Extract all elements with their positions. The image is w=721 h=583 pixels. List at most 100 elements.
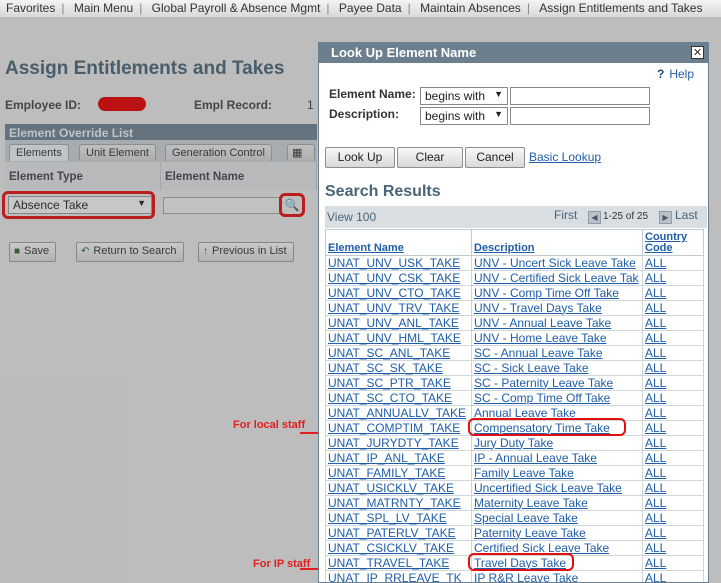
element-name-operator-select[interactable]: begins with ▼: [420, 87, 508, 105]
result-element-name[interactable]: UNAT_SPL_LV_TAKE: [325, 510, 472, 526]
first-link[interactable]: First: [554, 208, 577, 222]
breadcrumb-maintain-absences[interactable]: Maintain Absences: [414, 0, 527, 16]
result-description[interactable]: IP R&R Leave Take: [471, 570, 643, 582]
result-description[interactable]: SC - Paternity Leave Take: [471, 375, 643, 391]
table-row[interactable]: UNAT_SC_SK_TAKE SC - Sick Leave Take ALL: [325, 360, 704, 376]
result-country-code[interactable]: ALL: [642, 540, 704, 556]
description-operator-select[interactable]: begins with ▼: [420, 107, 508, 125]
cancel-button[interactable]: Cancel: [465, 147, 525, 168]
clear-button[interactable]: Clear: [397, 147, 463, 168]
result-element-name[interactable]: UNAT_UNV_USK_TAKE: [325, 255, 472, 271]
result-element-name[interactable]: UNAT_SC_CTO_TAKE: [325, 390, 472, 406]
table-row[interactable]: UNAT_MATRNTY_TAKE Maternity Leave Take ALL: [325, 495, 704, 511]
result-element-name[interactable]: UNAT_SC_ANL_TAKE: [325, 345, 472, 361]
help-link[interactable]: ? Help: [657, 67, 694, 81]
result-description[interactable]: UNV - Travel Days Take: [471, 300, 643, 316]
result-element-name[interactable]: UNAT_SC_PTR_TAKE: [325, 375, 472, 391]
result-element-name[interactable]: UNAT_SC_SK_TAKE: [325, 360, 472, 376]
result-element-name[interactable]: UNAT_TRAVEL_TAKE: [325, 555, 472, 571]
result-description[interactable]: Special Leave Take: [471, 510, 643, 526]
result-description[interactable]: IP - Annual Leave Take: [471, 450, 643, 466]
result-country-code[interactable]: ALL: [642, 465, 704, 481]
result-element-name[interactable]: UNAT_UNV_HML_TAKE: [325, 330, 472, 346]
prev-arrow-icon[interactable]: ◀: [588, 211, 601, 224]
table-row[interactable]: UNAT_IP_ANL_TAKE IP - Annual Leave Take AL…: [325, 450, 704, 466]
result-country-code[interactable]: ALL: [642, 495, 704, 511]
close-icon[interactable]: ✕: [691, 46, 704, 59]
breadcrumb-assign-entitlements[interactable]: Assign Entitlements and Takes: [533, 0, 708, 16]
result-country-code[interactable]: ALL: [642, 330, 704, 346]
result-description[interactable]: Uncertified Sick Leave Take: [471, 480, 643, 496]
result-description[interactable]: SC - Sick Leave Take: [471, 360, 643, 376]
result-country-code[interactable]: ALL: [642, 315, 704, 331]
result-country-code[interactable]: ALL: [642, 375, 704, 391]
table-row[interactable]: UNAT_SC_PTR_TAKE SC - Paternity Leave Tak…: [325, 375, 704, 391]
result-description[interactable]: UNV - Certified Sick Leave Tak: [471, 270, 643, 286]
result-description[interactable]: Family Leave Take: [471, 465, 643, 481]
result-country-code[interactable]: ALL: [642, 510, 704, 526]
view-100-link[interactable]: View 100: [327, 210, 376, 224]
result-element-name[interactable]: UNAT_COMPTIM_TAKE: [325, 420, 472, 436]
result-country-code[interactable]: ALL: [642, 525, 704, 541]
table-row[interactable]: UNAT_UNV_USK_TAKE UNV - Uncert Sick Leave…: [325, 255, 704, 271]
result-country-code[interactable]: ALL: [642, 480, 704, 496]
result-country-code[interactable]: ALL: [642, 270, 704, 286]
result-description[interactable]: UNV - Uncert Sick Leave Take: [471, 255, 643, 271]
result-country-code[interactable]: ALL: [642, 255, 704, 271]
element-name-search-input[interactable]: [510, 87, 650, 105]
result-country-code[interactable]: ALL: [642, 555, 704, 571]
result-element-name[interactable]: UNAT_CSICKLV_TAKE: [325, 540, 472, 556]
result-country-code[interactable]: ALL: [642, 435, 704, 451]
table-row[interactable]: UNAT_SC_CTO_TAKE SC - Comp Time Off Take A…: [325, 390, 704, 406]
table-row[interactable]: UNAT_JURYDTY_TAKE Jury Duty Take ALL: [325, 435, 704, 451]
column-header-country-code[interactable]: Country Code: [642, 229, 704, 256]
table-row[interactable]: UNAT_UNV_HML_TAKE UNV - Home Leave Take AL…: [325, 330, 704, 346]
result-country-code[interactable]: ALL: [642, 405, 704, 421]
look-up-button[interactable]: Look Up: [325, 147, 395, 168]
result-description[interactable]: Maternity Leave Take: [471, 495, 643, 511]
result-description[interactable]: SC - Comp Time Off Take: [471, 390, 643, 406]
result-element-name[interactable]: UNAT_ANNUALLV_TAKE: [325, 405, 472, 421]
result-description[interactable]: UNV - Home Leave Take: [471, 330, 643, 346]
result-element-name[interactable]: UNAT_FAMILY_TAKE: [325, 465, 472, 481]
breadcrumb-payee-data[interactable]: Payee Data: [333, 0, 408, 16]
result-country-code[interactable]: ALL: [642, 360, 704, 376]
table-row[interactable]: UNAT_PATERLV_TAKE Paternity Leave Take ALL: [325, 525, 704, 541]
result-country-code[interactable]: ALL: [642, 300, 704, 316]
breadcrumb-favorites[interactable]: Favorites: [0, 0, 61, 16]
table-row[interactable]: UNAT_UNV_CTO_TAKE UNV - Comp Time Off Tak…: [325, 285, 704, 301]
result-element-name[interactable]: UNAT_JURYDTY_TAKE: [325, 435, 472, 451]
result-element-name[interactable]: UNAT_UNV_CTO_TAKE: [325, 285, 472, 301]
result-element-name[interactable]: UNAT_UNV_ANL_TAKE: [325, 315, 472, 331]
result-country-code[interactable]: ALL: [642, 390, 704, 406]
result-description[interactable]: SC - Annual Leave Take: [471, 345, 643, 361]
result-country-code[interactable]: ALL: [642, 345, 704, 361]
result-description[interactable]: Jury Duty Take: [471, 435, 643, 451]
description-search-input[interactable]: [510, 107, 650, 125]
table-row[interactable]: UNAT_FAMILY_TAKE Family Leave Take ALL: [325, 465, 704, 481]
table-row[interactable]: UNAT_USICKLV_TAKE Uncertified Sick Leave …: [325, 480, 704, 496]
result-description[interactable]: UNV - Comp Time Off Take: [471, 285, 643, 301]
breadcrumb-main-menu[interactable]: Main Menu: [68, 0, 139, 16]
next-arrow-icon[interactable]: ▶: [659, 211, 672, 224]
result-country-code[interactable]: ALL: [642, 450, 704, 466]
table-row[interactable]: UNAT_SPL_LV_TAKE Special Leave Take ALL: [325, 510, 704, 526]
result-description[interactable]: Paternity Leave Take: [471, 525, 643, 541]
basic-lookup-link[interactable]: Basic Lookup: [529, 150, 601, 164]
column-header-description[interactable]: Description: [471, 229, 643, 256]
result-element-name[interactable]: UNAT_IP_RRLEAVE_TK: [325, 570, 472, 582]
result-element-name[interactable]: UNAT_MATRNTY_TAKE: [325, 495, 472, 511]
column-header-element-name[interactable]: Element Name: [325, 229, 472, 256]
result-element-name[interactable]: UNAT_USICKLV_TAKE: [325, 480, 472, 496]
table-row[interactable]: UNAT_UNV_CSK_TAKE UNV - Certified Sick Le…: [325, 270, 704, 286]
result-country-code[interactable]: ALL: [642, 570, 704, 582]
table-row[interactable]: UNAT_SC_ANL_TAKE SC - Annual Leave Take AL…: [325, 345, 704, 361]
result-element-name[interactable]: UNAT_IP_ANL_TAKE: [325, 450, 472, 466]
table-row[interactable]: UNAT_UNV_TRV_TAKE UNV - Travel Days Take A…: [325, 300, 704, 316]
result-country-code[interactable]: ALL: [642, 420, 704, 436]
result-element-name[interactable]: UNAT_UNV_TRV_TAKE: [325, 300, 472, 316]
result-country-code[interactable]: ALL: [642, 285, 704, 301]
table-row[interactable]: UNAT_IP_RRLEAVE_TK IP R&R Leave Take ALL: [325, 570, 704, 582]
result-description[interactable]: UNV - Annual Leave Take: [471, 315, 643, 331]
result-element-name[interactable]: UNAT_PATERLV_TAKE: [325, 525, 472, 541]
